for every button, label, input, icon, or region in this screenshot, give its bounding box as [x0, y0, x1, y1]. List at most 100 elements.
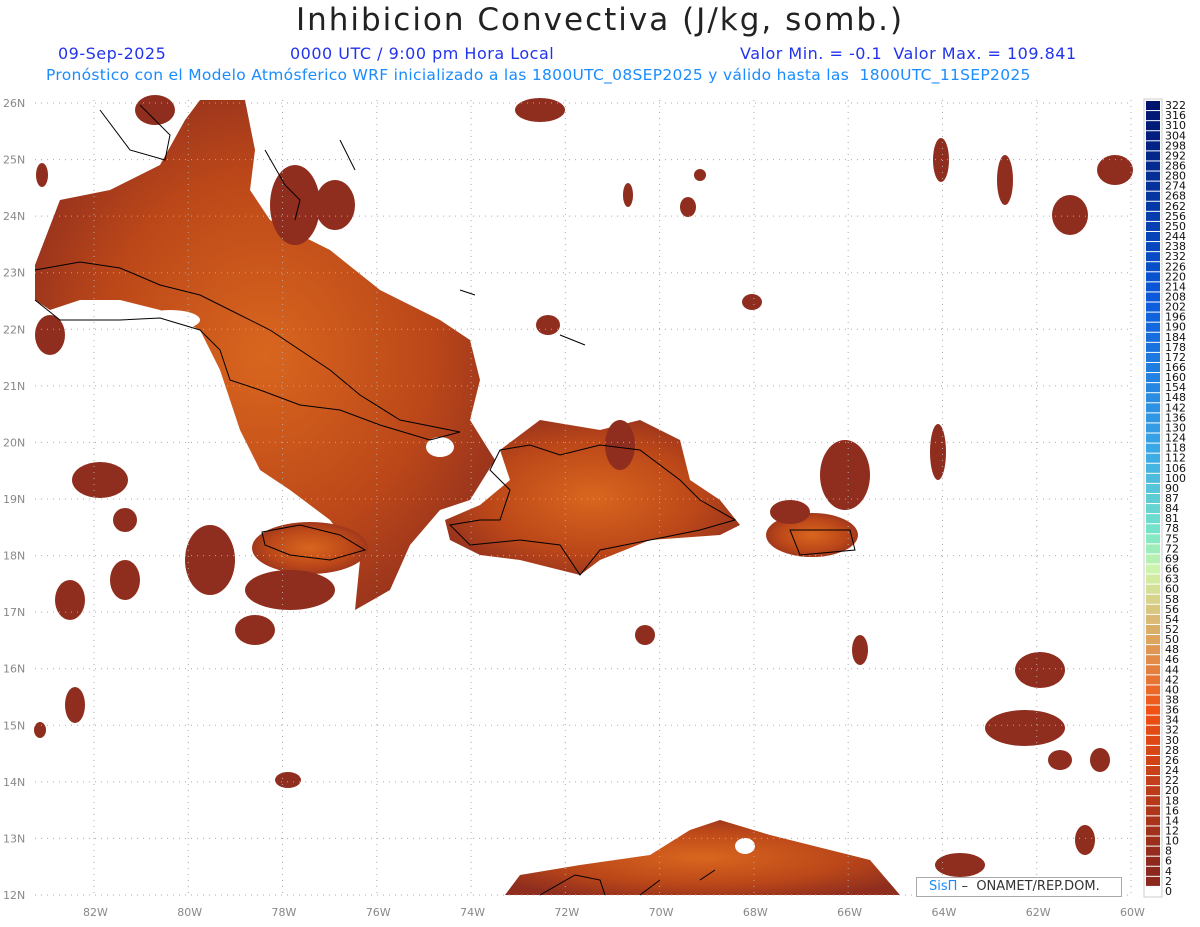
colorbar-swatch	[1146, 413, 1160, 423]
colorbar-swatch	[1146, 322, 1160, 332]
colorbar-swatch	[1146, 302, 1160, 312]
cin-patch	[245, 570, 335, 610]
lat-tick-label: 20N	[3, 436, 25, 449]
colorbar-swatch	[1146, 342, 1160, 352]
colorbar-swatch	[1146, 856, 1160, 866]
colorbar-swatch	[1146, 614, 1160, 624]
lat-tick-label: 19N	[3, 493, 25, 506]
colorbar-swatch	[1146, 201, 1160, 211]
colorbar-swatch	[1146, 745, 1160, 755]
colorbar-swatch	[1146, 131, 1160, 141]
cin-patch	[770, 500, 810, 524]
colorbar-swatch	[1146, 443, 1160, 453]
colorbar-swatch	[1146, 554, 1160, 564]
cin-patch	[605, 420, 635, 470]
colorbar-swatch	[1146, 161, 1160, 171]
colorbar-swatch	[1146, 806, 1160, 816]
colorbar-swatch	[1146, 524, 1160, 534]
colorbar-swatch	[1146, 362, 1160, 373]
cin-patch	[694, 169, 706, 181]
credit-text: – ONAMET/REP.DOM.	[957, 879, 1100, 894]
lon-tick-label: 62W	[1026, 906, 1051, 919]
colorbar-swatch	[1146, 715, 1160, 725]
colorbar-swatch	[1146, 675, 1160, 685]
lon-tick-label: 80W	[177, 906, 202, 919]
cin-patch	[275, 772, 301, 788]
colorbar-label: 0	[1165, 885, 1172, 898]
lon-tick-label: 76W	[366, 906, 391, 919]
colorbar-swatch	[1146, 514, 1160, 524]
colorbar: 3223163103042982922862802742682622562502…	[1143, 98, 1186, 898]
colorbar-swatch	[1146, 393, 1160, 403]
cin-patch	[1048, 750, 1072, 770]
lat-tick-label: 12N	[3, 889, 25, 902]
lat-tick-label: 17N	[3, 606, 25, 619]
colorbar-swatch	[1146, 836, 1160, 846]
colorbar-swatch	[1146, 876, 1160, 886]
cin-region-jamaica	[252, 522, 368, 574]
cin-patch	[72, 462, 128, 498]
colorbar-swatch	[1146, 332, 1160, 342]
lat-tick-label: 25N	[3, 154, 25, 167]
lon-tick-label: 74W	[460, 906, 485, 919]
cin-patch	[36, 163, 48, 187]
cin-region-lesser-antilles	[985, 710, 1065, 746]
colorbar-swatch	[1146, 171, 1160, 181]
cin-patch	[315, 180, 355, 230]
lon-tick-label: 78W	[272, 906, 297, 919]
colorbar-swatch	[1146, 635, 1160, 645]
cin-patch	[55, 580, 85, 620]
colorbar-swatch	[1146, 574, 1160, 584]
cin-patch	[930, 424, 946, 480]
lon-tick-label: 72W	[554, 906, 579, 919]
lat-tick-label: 24N	[3, 210, 25, 223]
colorbar-swatch	[1146, 624, 1160, 635]
colorbar-swatch	[1146, 423, 1160, 433]
cin-patch	[515, 98, 565, 122]
colorbar-swatch	[1146, 604, 1160, 614]
colorbar-swatch	[1146, 534, 1160, 544]
colorbar-swatch	[1146, 231, 1160, 242]
lat-tick-label: 21N	[3, 380, 25, 393]
colorbar-swatch	[1146, 846, 1160, 856]
cin-region-hispaniola	[445, 420, 740, 575]
cin-patch	[1015, 652, 1065, 688]
lon-tick-label: 68W	[743, 906, 768, 919]
colorbar-swatch	[1146, 786, 1160, 796]
colorbar-swatch	[1146, 826, 1160, 836]
cin-region-venezuela	[505, 820, 900, 895]
colorbar-swatch	[1146, 685, 1160, 695]
colorbar-swatch	[1146, 473, 1160, 483]
colorbar-swatch	[1146, 544, 1160, 554]
lat-tick-label: 13N	[3, 832, 25, 845]
cin-patch	[1052, 195, 1088, 235]
colorbar-swatch	[1146, 383, 1160, 393]
colorbar-swatch	[1146, 755, 1160, 766]
colorbar-swatch	[1146, 191, 1160, 201]
cin-patch	[113, 508, 137, 532]
lat-tick-label: 15N	[3, 719, 25, 732]
lat-tick-label: 23N	[3, 267, 25, 280]
sis-logo: SisΠ	[929, 879, 958, 894]
lon-tick-label: 70W	[649, 906, 674, 919]
cin-patch	[35, 315, 65, 355]
colorbar-swatch	[1146, 221, 1160, 231]
cin-patch	[270, 165, 320, 245]
lat-tick-label: 26N	[3, 97, 25, 110]
colorbar-swatch	[1146, 645, 1160, 655]
cin-patch	[623, 183, 633, 207]
lon-tick-label: 60W	[1120, 906, 1145, 919]
colorbar-swatch	[1146, 282, 1160, 292]
cin-patch	[235, 615, 275, 645]
colorbar-swatch	[1146, 493, 1160, 504]
colorbar-swatch	[1146, 373, 1160, 383]
colorbar-swatch	[1146, 655, 1160, 665]
forecast-date: 09-Sep-2025	[58, 44, 167, 63]
colorbar-swatch	[1146, 705, 1160, 715]
cin-patch	[1075, 825, 1095, 855]
cin-shaded-field	[34, 95, 1133, 895]
colorbar-swatch	[1146, 584, 1160, 594]
colorbar-swatch	[1146, 776, 1160, 786]
colorbar-swatch	[1146, 504, 1160, 514]
cin-patch	[34, 722, 46, 738]
